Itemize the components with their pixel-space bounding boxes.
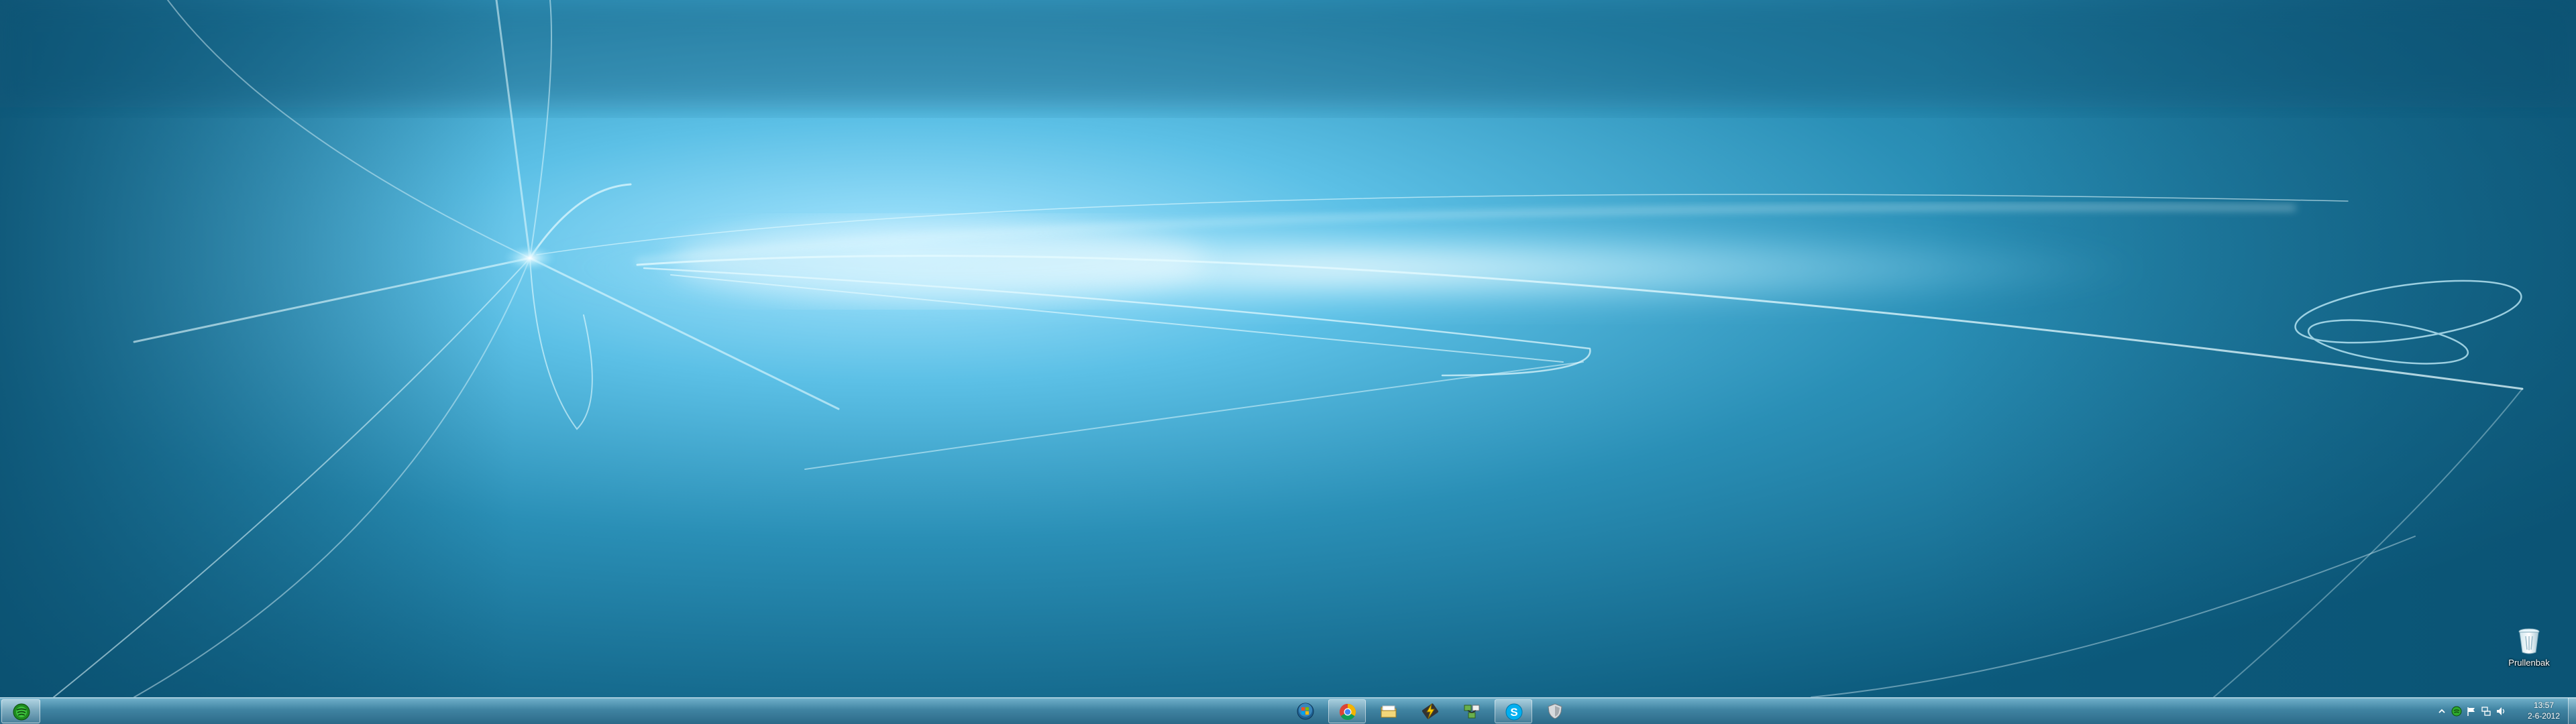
skype-icon: S [1505, 703, 1523, 721]
chrome-icon [1339, 704, 1356, 721]
taskbar-lightning-tool-button[interactable] [1411, 699, 1449, 723]
taskbar-green-app-button[interactable] [1, 699, 40, 723]
shield-icon [1548, 703, 1562, 719]
taskbar-file-explorer-button[interactable] [1370, 699, 1407, 723]
taskbar-network-map-button[interactable] [1453, 699, 1491, 723]
file-explorer-icon [1381, 705, 1397, 718]
taskbar-chrome-button[interactable] [1328, 699, 1366, 723]
taskbar-clock[interactable]: 13:57 2-6-2012 [2522, 700, 2565, 721]
clock-date: 2-6-2012 [2527, 711, 2561, 721]
svg-text:S: S [1510, 706, 1517, 719]
green-disc-icon [13, 703, 30, 721]
taskbar-windows-orb-button[interactable] [1287, 699, 1324, 723]
show-desktop-button[interactable] [2568, 698, 2576, 724]
wallpaper [0, 0, 2576, 697]
taskbar: S 13:57 2-6-2012 [0, 697, 2576, 724]
desktop-icon-recycle-bin[interactable]: Prullenbak [2496, 627, 2563, 674]
clock-time: 13:57 [2533, 701, 2555, 710]
lightning-tool-icon [1422, 703, 1438, 719]
recycle-bin-icon [2518, 628, 2540, 654]
windows-orb-icon [1297, 703, 1314, 720]
system-tray: 13:57 2-6-2012 [2428, 698, 2576, 724]
network-icon[interactable] [2481, 706, 2491, 717]
green-app-tray-icon[interactable] [2451, 706, 2462, 717]
taskbar-shield-app-button[interactable] [1536, 699, 1574, 723]
desktop-icon-label: Prullenbak [2508, 658, 2550, 668]
network-map-icon [1464, 705, 1480, 719]
desktop[interactable]: Prullenbak S 13:57 2-6-2012 [0, 0, 2576, 724]
action-center-flag-icon[interactable] [2466, 706, 2477, 717]
taskbar-skype-button[interactable]: S [1495, 699, 1532, 723]
show-hidden-icons-arrow[interactable] [2436, 706, 2447, 717]
volume-icon[interactable] [2496, 706, 2506, 717]
